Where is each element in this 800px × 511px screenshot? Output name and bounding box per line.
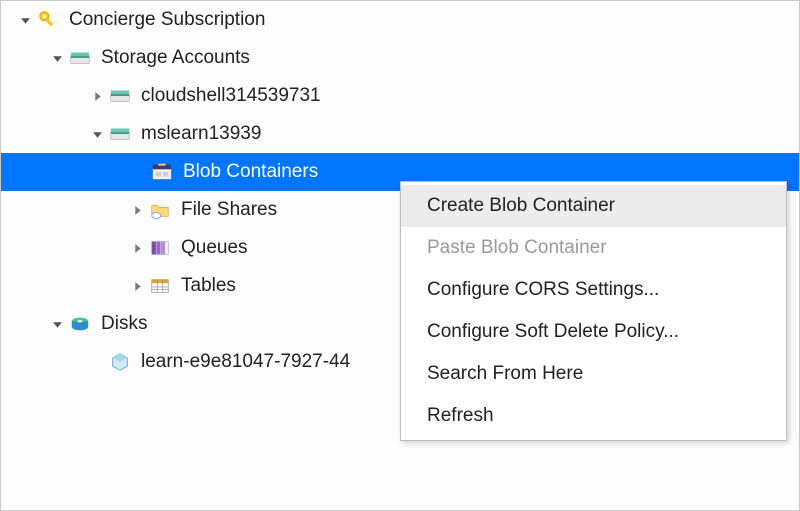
managed-disk-icon: [109, 351, 131, 373]
chevron-down-icon[interactable]: [51, 318, 63, 330]
tree-item-storage-account[interactable]: mslearn13939: [1, 115, 799, 153]
menu-configure-soft-delete[interactable]: Configure Soft Delete Policy...: [401, 311, 786, 353]
chevron-right-icon[interactable]: [131, 242, 143, 254]
chevron-right-icon[interactable]: [91, 90, 103, 102]
tree-label: Blob Containers: [183, 161, 318, 183]
blob-container-icon: [151, 161, 173, 183]
menu-label: Create Blob Container: [427, 195, 615, 217]
tree-label: Storage Accounts: [101, 47, 250, 69]
storage-icon: [109, 85, 131, 107]
table-icon: [149, 275, 171, 297]
context-menu: Create Blob Container Paste Blob Contain…: [400, 181, 787, 441]
tree-label: File Shares: [181, 199, 277, 221]
disk-icon: [69, 313, 91, 335]
chevron-down-icon[interactable]: [91, 128, 103, 140]
menu-refresh[interactable]: Refresh: [401, 395, 786, 437]
tree-label: cloudshell314539731: [141, 85, 321, 107]
chevron-right-icon[interactable]: [131, 204, 143, 216]
tree-item-storage-accounts[interactable]: Storage Accounts: [1, 39, 799, 77]
tree-item-storage-account[interactable]: cloudshell314539731: [1, 77, 799, 115]
tree-item-subscription[interactable]: Concierge Subscription: [1, 1, 799, 39]
tree-label: mslearn13939: [141, 123, 261, 145]
chevron-down-icon[interactable]: [51, 52, 63, 64]
storage-icon: [69, 47, 91, 69]
queue-icon: [149, 237, 171, 259]
chevron-down-icon[interactable]: [19, 14, 31, 26]
menu-label: Configure Soft Delete Policy...: [427, 321, 679, 343]
tree-label: Queues: [181, 237, 248, 259]
tree-label: Disks: [101, 313, 147, 335]
menu-label: Paste Blob Container: [427, 237, 607, 259]
key-icon: [37, 9, 59, 31]
menu-label: Refresh: [427, 405, 494, 427]
fileshare-icon: [149, 199, 171, 221]
tree-label: learn-e9e81047-7927-44: [141, 351, 350, 373]
menu-label: Search From Here: [427, 363, 583, 385]
storage-icon: [109, 123, 131, 145]
tree-label: Concierge Subscription: [69, 9, 265, 31]
menu-search-from-here[interactable]: Search From Here: [401, 353, 786, 395]
tree-label: Tables: [181, 275, 236, 297]
tree-pane: Concierge Subscription Storage Accounts …: [0, 0, 800, 511]
menu-label: Configure CORS Settings...: [427, 279, 659, 301]
menu-paste-blob-container: Paste Blob Container: [401, 227, 786, 269]
menu-configure-cors[interactable]: Configure CORS Settings...: [401, 269, 786, 311]
menu-create-blob-container[interactable]: Create Blob Container: [401, 185, 786, 227]
chevron-right-icon[interactable]: [131, 280, 143, 292]
